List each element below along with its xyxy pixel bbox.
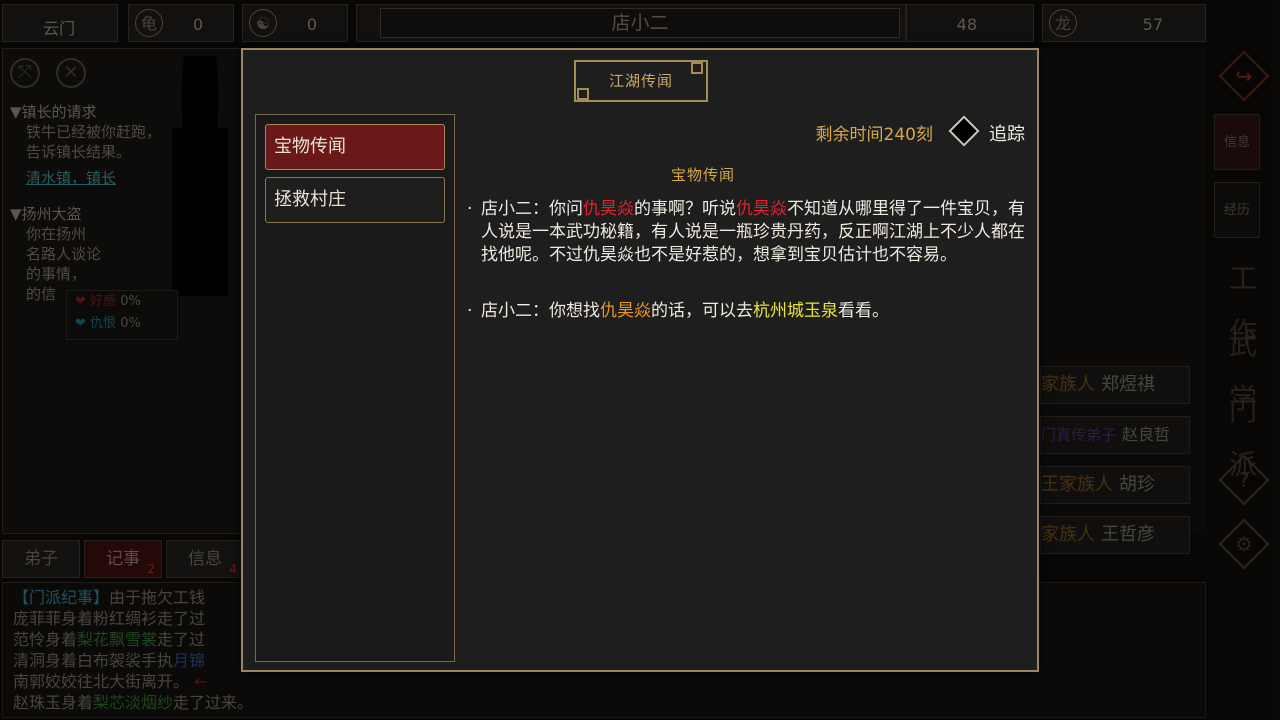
rumor-list: 宝物传闻 拯救村庄	[255, 114, 455, 662]
bullet: ·	[467, 199, 473, 219]
entry-text: 你想找	[549, 301, 600, 321]
track-checkbox[interactable]	[948, 115, 980, 147]
time-remaining: 剩余时间240刻	[815, 125, 933, 145]
dialog-title: 江湖传闻	[574, 60, 708, 102]
rumors-dialog: 江湖传闻 宝物传闻 拯救村庄 剩余时间240刻 追踪 宝物传闻 · 店小二：你问…	[241, 48, 1039, 672]
npc-name: 仇昊焱	[600, 301, 651, 321]
rumor-entry: · 店小二：你想找仇昊焱的话，可以去杭州城玉泉看看。	[467, 300, 1027, 323]
entry-text: 的事啊？听说	[634, 199, 736, 219]
speaker: 店小二：	[481, 301, 549, 321]
title-ornament	[691, 62, 703, 74]
track-label[interactable]: 追踪	[989, 120, 1025, 146]
rumor-entry: · 店小二：你问仇昊焱的事啊？听说仇昊焱不知道从哪里得了一件宝贝，有人说是一本武…	[467, 198, 1027, 267]
npc-name: 仇昊焱	[736, 199, 787, 219]
section-title: 宝物传闻	[671, 166, 736, 184]
rumor-item-rescue-village[interactable]: 拯救村庄	[265, 177, 445, 223]
location-name[interactable]: 杭州城玉泉	[753, 301, 838, 321]
entry-text: 看看。	[838, 301, 889, 321]
rumor-item-treasure[interactable]: 宝物传闻	[265, 124, 445, 170]
entry-text: 你问	[549, 199, 583, 219]
entry-text: 的话，可以去	[651, 301, 753, 321]
bullet: ·	[467, 301, 473, 321]
npc-name: 仇昊焱	[583, 199, 634, 219]
title-ornament	[577, 88, 589, 100]
speaker: 店小二：	[481, 199, 549, 219]
